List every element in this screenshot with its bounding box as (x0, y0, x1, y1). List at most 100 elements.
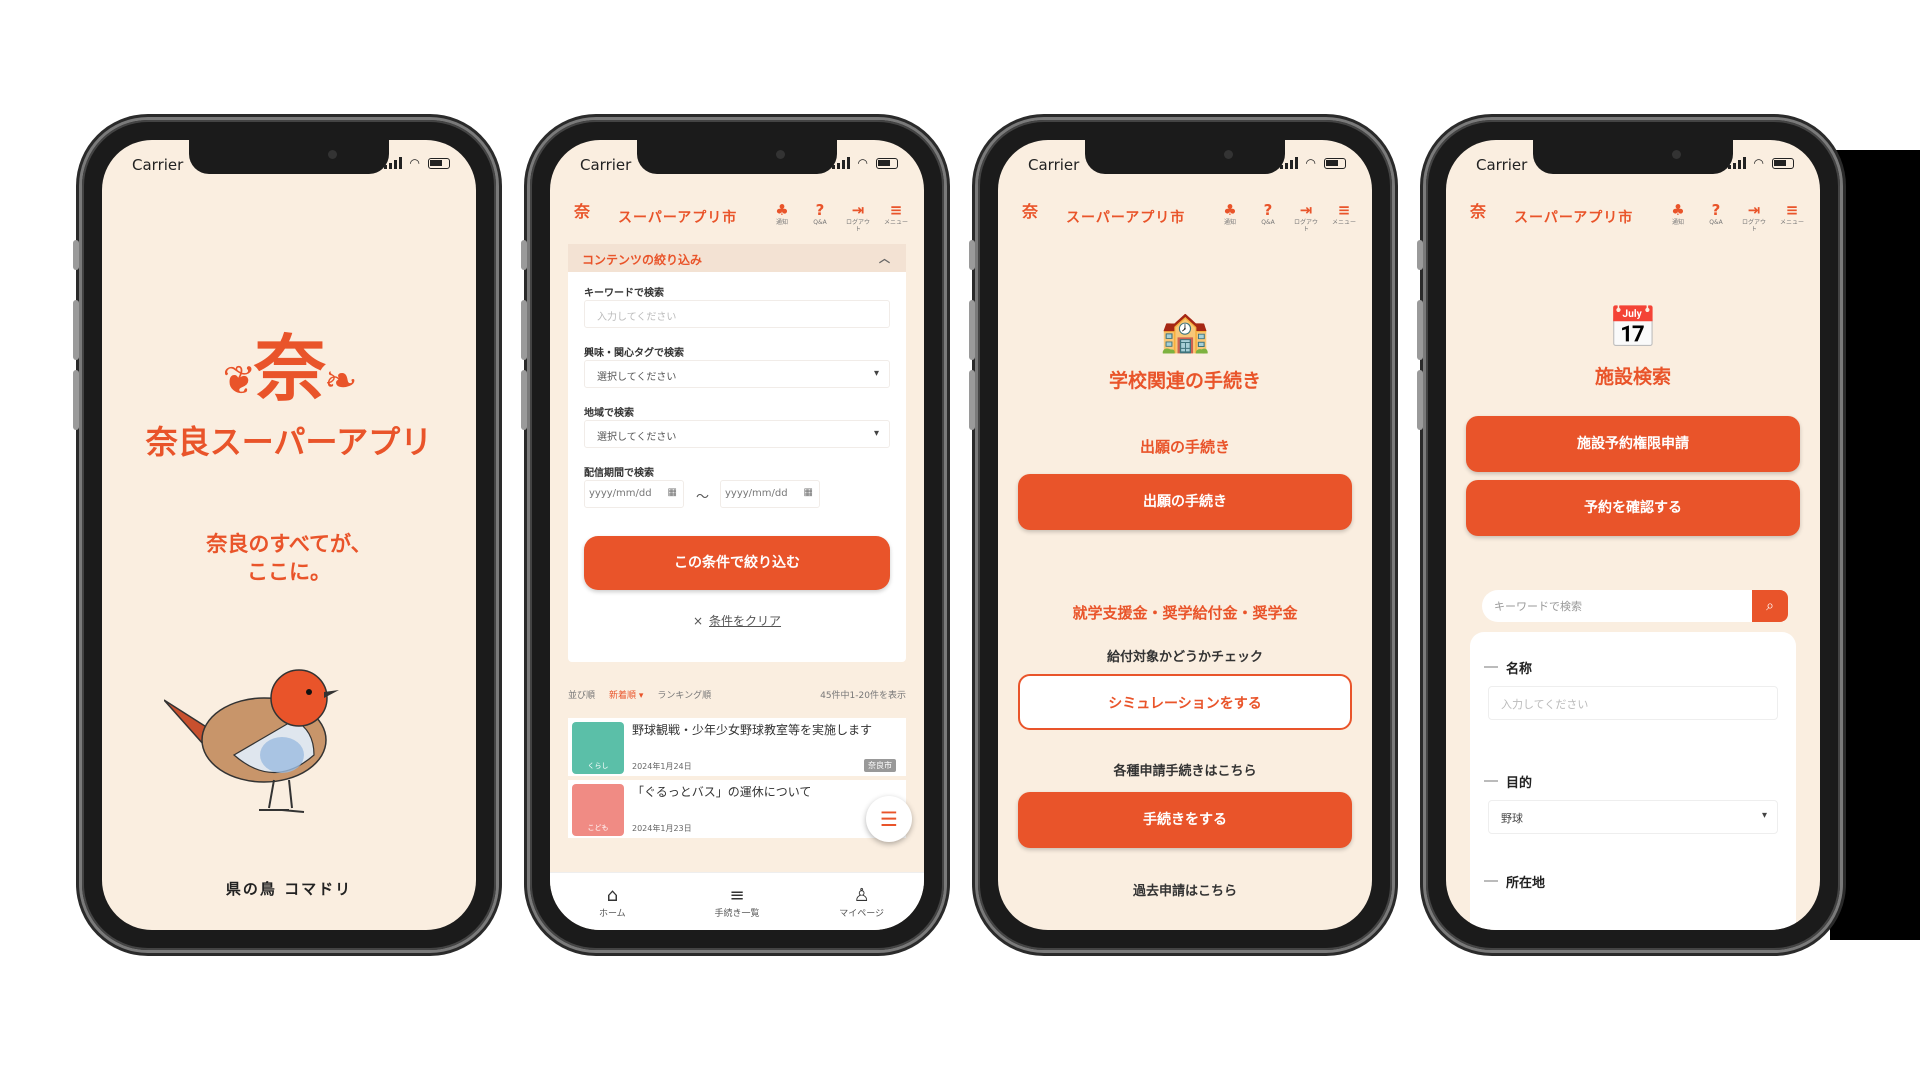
clear-filter-link[interactable]: × 条件をクリア (568, 612, 906, 629)
header-title: スーパーアプリ市 (1514, 210, 1634, 226)
carrier-label: Carrier (132, 156, 184, 174)
search-input[interactable]: キーワードで検索 (1494, 598, 1582, 614)
question-icon[interactable]: ? Q&A (1254, 201, 1282, 233)
status-bar: Carrier ◠ (1028, 156, 1346, 178)
tab-home[interactable]: ⌂ ホーム (572, 885, 652, 919)
menu-icon[interactable]: ≡ メニュー (1778, 201, 1806, 233)
battery-icon (428, 157, 450, 169)
phone-filter: Carrier ◠ 奈 スーパーアプリ市 ♣ 通知 ? Q&A ⇥ ログアウト ≡ メニ… (521, 120, 944, 950)
start-date-input[interactable]: yyyy/mm/dd ▦ (584, 480, 684, 508)
header-title: スーパーアプリ市 (618, 210, 738, 226)
app-logo: ❦奈❧ 奈良スーパーアプリ (102, 310, 476, 463)
news-thumbnail: くらし (572, 722, 624, 774)
sort-ranking[interactable]: ランキング順 (657, 688, 711, 701)
header-logo[interactable]: 奈 (564, 204, 600, 230)
area-tag: 奈良市 (864, 759, 896, 772)
chevron-up-icon[interactable]: ︿ (879, 250, 890, 266)
carrier-label: Carrier (1028, 156, 1080, 174)
search-icon[interactable]: ⌕ (1752, 590, 1788, 622)
logout-icon[interactable]: ⇥ ログアウト (1740, 201, 1768, 233)
page-title: 学校関連の手続き (1108, 370, 1261, 392)
phone-splash: Carrier ◠ ❦奈❧ 奈良スーパーアプリ 奈良のすべてが、 ここに。 県の… (73, 120, 496, 950)
keyword-search: キーワードで検索 ⌕ (1482, 590, 1788, 622)
signal-icon (831, 157, 850, 169)
robin-illustration (164, 669, 339, 813)
carrier-label: Carrier (580, 156, 632, 174)
simulation-button[interactable]: シミュレーションをする (1018, 674, 1352, 730)
name-input[interactable]: 入力してください (1488, 686, 1778, 720)
filter-screen: Carrier ◠ 奈 スーパーアプリ市 ♣ 通知 ? Q&A ⇥ ログアウト ≡ メニ… (550, 140, 924, 930)
close-icon: × (692, 614, 704, 628)
home-icon: ⌂ (606, 884, 619, 906)
filter-panel: コンテンツの絞り込み ︿ キーワードで検索 入力してください 興味・関心タグで検… (568, 244, 906, 662)
question-icon[interactable]: ? Q&A (806, 201, 834, 233)
area-label: 地域で検索 (584, 408, 634, 419)
bottom-tab-bar: ⌂ ホーム ≡ 手続き一覧 ♙ マイページ (550, 872, 924, 930)
person-icon: ♙ (853, 884, 870, 906)
question-icon[interactable]: ? Q&A (1702, 201, 1730, 233)
news-thumbnail: こども (572, 784, 624, 836)
section-title-application: 出願の手続き (1139, 438, 1230, 456)
bell-icon[interactable]: ♣ 通知 (1216, 201, 1244, 233)
wifi-icon: ◠ (1305, 156, 1316, 170)
purpose-select[interactable]: 野球 (1488, 800, 1778, 834)
end-date-input[interactable]: yyyy/mm/dd ▦ (720, 480, 820, 508)
signal-icon (383, 157, 402, 169)
app-header: 奈 スーパーアプリ市 ♣ 通知 ? Q&A ⇥ ログアウト ≡ メニュー (550, 198, 924, 236)
tab-mypage[interactable]: ♙ マイページ (822, 885, 902, 919)
calendar-icon: ▦ (667, 487, 677, 498)
school-screen: Carrier ◠ 奈 スーパーアプリ市 ♣ 通知 ? Q&A ⇥ ログアウト ≡ メニ… (998, 140, 1372, 930)
section-title-aid: 就学支援金・奨学給付金・奨学金 (1072, 604, 1298, 622)
school-icon: 🏫 (1160, 309, 1210, 355)
list-item[interactable]: くらし 野球観戦・少年少女野球教室等を実施します 2024年1月24日 奈良市 (568, 718, 906, 776)
logout-icon[interactable]: ⇥ ログアウト (1292, 201, 1320, 233)
bell-icon[interactable]: ♣ 通知 (768, 201, 796, 233)
wifi-icon: ◠ (857, 156, 868, 170)
wifi-icon: ◠ (409, 156, 420, 170)
list-icon: ≡ (729, 884, 745, 906)
wifi-icon: ◠ (1753, 156, 1764, 170)
sort-bar: 並び順 新着順 ▾ ランキング順 45件中1-20件を表示 (568, 688, 906, 701)
signal-icon (1279, 157, 1298, 169)
bell-icon[interactable]: ♣ 通知 (1664, 201, 1692, 233)
logout-icon[interactable]: ⇥ ログアウト (844, 201, 872, 233)
app-header: 奈 スーパーアプリ市 ♣ 通知 ? Q&A ⇥ ログアウト ≡ メニュー (998, 198, 1372, 236)
chat-icon[interactable]: ☰ (866, 796, 912, 842)
tab-procedures[interactable]: ≡ 手続き一覧 (697, 885, 777, 919)
logo-kanji: 奈 (253, 327, 326, 411)
carrier-label: Carrier (1476, 156, 1528, 174)
tag-label: 興味・関心タグで検索 (584, 348, 684, 359)
header-logo[interactable]: 奈 (1460, 204, 1496, 230)
battery-icon (1772, 157, 1794, 169)
header-title: スーパーアプリ市 (1066, 210, 1186, 226)
keyword-input[interactable]: 入力してください (584, 300, 890, 328)
application-button[interactable]: 出願の手続き (1018, 474, 1352, 530)
area-select[interactable]: 選択してください (584, 420, 890, 448)
signal-icon (1727, 157, 1746, 169)
header-logo[interactable]: 奈 (1012, 204, 1048, 230)
filter-header[interactable]: コンテンツの絞り込み ︿ (568, 244, 906, 272)
battery-icon (1324, 157, 1346, 169)
splash-screen: Carrier ◠ ❦奈❧ 奈良スーパーアプリ 奈良のすべてが、 ここに。 県の… (102, 140, 476, 930)
check-reservation-button[interactable]: 予約を確認する (1466, 480, 1800, 536)
calendar-icon: ▦ (803, 487, 813, 498)
status-bar: Carrier ◠ (1476, 156, 1794, 178)
app-header: 奈 スーパーアプリ市 ♣ 通知 ? Q&A ⇥ ログアウト ≡ メニュー (1446, 198, 1820, 236)
keyword-label: キーワードで検索 (584, 288, 664, 299)
result-count: 45件中1-20件を表示 (820, 691, 906, 701)
app-name: 奈良スーパーアプリ (145, 423, 433, 461)
phone-facility: Carrier ◠ 奈 スーパーアプリ市 ♣ 通知 ? Q&A ⇥ ログアウト ≡ メニ… (1417, 120, 1840, 950)
menu-icon[interactable]: ≡ メニュー (1330, 201, 1358, 233)
apply-filter-button[interactable]: この条件で絞り込む (584, 536, 890, 590)
page-title: 施設検索 (1594, 366, 1671, 388)
list-item[interactable]: こども 「ぐるっとバス」の運休について 2024年1月23日 (568, 780, 906, 838)
menu-icon[interactable]: ≡ メニュー (882, 201, 910, 233)
reservation-permission-button[interactable]: 施設予約権限申請 (1466, 416, 1800, 472)
eligibility-text: 給付対象かどうかチェック (1106, 650, 1263, 665)
battery-icon (876, 157, 898, 169)
tag-select[interactable]: 選択してください (584, 360, 890, 388)
past-applications-text[interactable]: 過去申請はこちら (998, 880, 1372, 899)
apply-button[interactable]: 手続きをする (1018, 792, 1352, 848)
sort-newest[interactable]: 新着順 ▾ (609, 688, 643, 701)
location-label: 所在地 (1483, 872, 1545, 891)
